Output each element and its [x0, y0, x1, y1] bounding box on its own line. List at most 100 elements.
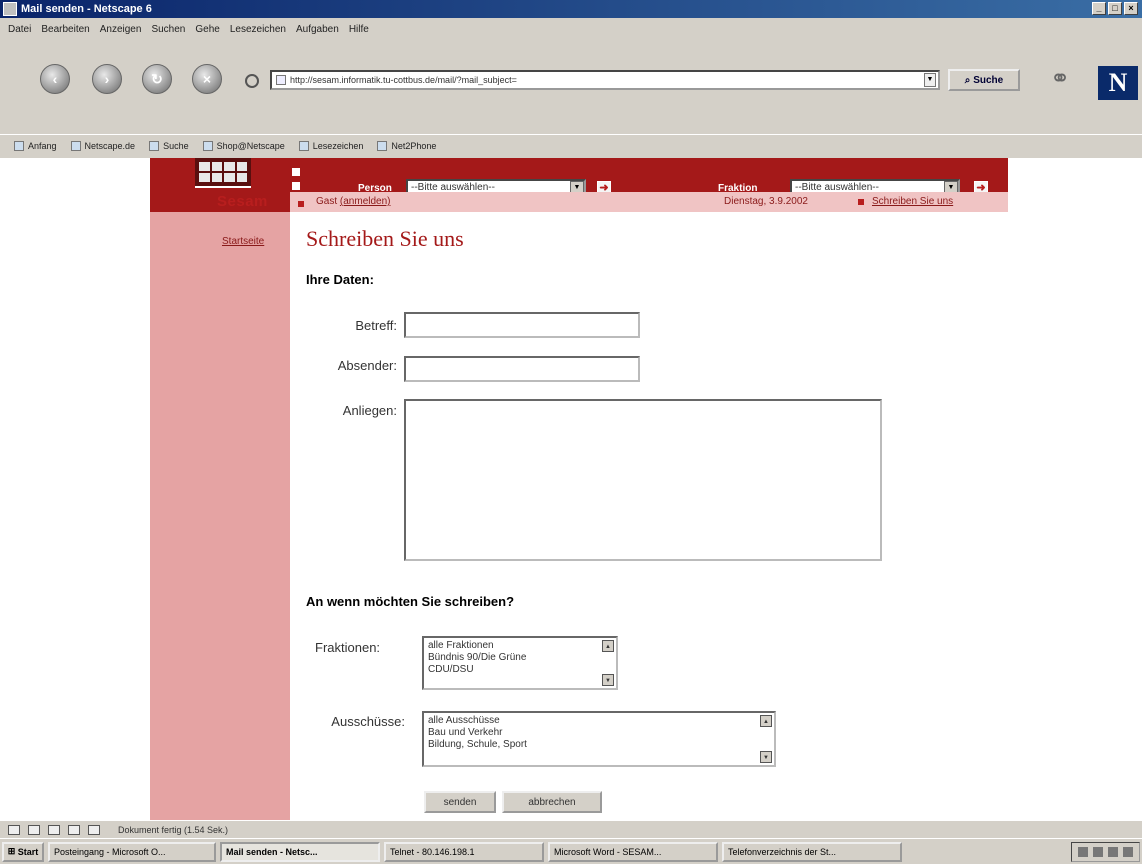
netscape-logo-icon[interactable]: N [1098, 66, 1138, 100]
minimize-button[interactable]: _ [1092, 2, 1106, 15]
ausschuesse-label: Ausschüsse: [331, 714, 405, 729]
menu-bearbeiten[interactable]: Bearbeiten [41, 24, 89, 35]
composer-icon[interactable] [68, 824, 80, 835]
absender-label: Absender: [337, 358, 397, 373]
bookmark-label: Shop@Netscape [216, 140, 285, 151]
menu-anzeigen[interactable]: Anzeigen [100, 24, 142, 35]
menu-lesezeichen[interactable]: Lesezeichen [230, 24, 286, 35]
tray-icon[interactable] [1108, 846, 1118, 857]
tray-icon[interactable] [1093, 846, 1103, 857]
menu-aufgaben[interactable]: Aufgaben [296, 24, 339, 35]
menu-hilfe[interactable]: Hilfe [349, 24, 369, 35]
menu-gehe[interactable]: Gehe [195, 24, 219, 35]
tray-icon[interactable] [1123, 846, 1133, 857]
contact-link[interactable]: Schreiben Sie uns [872, 196, 953, 207]
tray-icon[interactable] [1078, 846, 1088, 857]
search-button-label: Suche [973, 74, 1004, 86]
bookmark-netscape[interactable]: Netscape.de [70, 140, 136, 151]
forward-button[interactable]: › [92, 64, 122, 94]
send-button[interactable]: senden [424, 791, 496, 813]
fraktionen-listbox[interactable]: alle Fraktionen Bündnis 90/Die Grüne CDU… [422, 636, 618, 690]
status-bar: Dokument fertig (1.54 Sek.) [0, 820, 1142, 838]
bookmark-lesezeichen[interactable]: Lesezeichen [298, 140, 364, 151]
task-word[interactable]: Microsoft Word - SESAM... [548, 841, 718, 862]
current-date: Dienstag, 3.9.2002 [724, 196, 808, 207]
list-item[interactable]: alle Ausschüsse [428, 715, 770, 727]
web-page: Person --Bitte auswählen-- ▼ ➜ Fraktion … [0, 158, 1142, 820]
task-mail-senden[interactable]: Mail senden - Netsc... [220, 841, 380, 862]
scroll-up-icon[interactable]: ▲ [602, 640, 614, 652]
cancel-button[interactable]: abbrechen [502, 791, 602, 813]
list-item[interactable]: CDU/DSU [428, 664, 612, 676]
bookmark-label: Netscape.de [84, 140, 136, 151]
start-label: Start [17, 846, 39, 857]
task-posteingang[interactable]: Posteingang - Microsoft O... [48, 841, 216, 862]
menu-suchen[interactable]: Suchen [151, 24, 185, 35]
windows-logo-icon: ⊞ [7, 846, 18, 856]
menu-bar: Datei Bearbeiten Anzeigen Suchen Gehe Le… [0, 18, 1142, 40]
bookmark-suche[interactable]: Suche [149, 140, 189, 151]
bookmark-anfang[interactable]: Anfang [14, 140, 57, 151]
stop-button[interactable]: × [192, 64, 222, 94]
header-square-icon [292, 182, 300, 190]
task-telnet[interactable]: Telnet - 80.146.198.1 [384, 841, 544, 862]
anliegen-textarea[interactable] [404, 399, 882, 561]
bookmark-label: Lesezeichen [312, 140, 364, 151]
home-icon[interactable] [245, 74, 259, 88]
close-button[interactable]: × [1124, 2, 1138, 15]
search-bookmark-icon [149, 140, 160, 151]
scroll-down-icon[interactable]: ▼ [760, 751, 772, 763]
betreff-input[interactable] [404, 312, 640, 338]
page-title: Schreiben Sie uns [306, 226, 464, 251]
url-bar[interactable]: http://sesam.informatik.tu-cottbus.de/ma… [270, 70, 940, 90]
start-button[interactable]: ⊞ Start [2, 841, 44, 862]
windows-taskbar: ⊞ Start Posteingang - Microsoft O... Mai… [0, 838, 1142, 864]
navigator-icon[interactable] [8, 824, 20, 835]
address-book-icon[interactable] [88, 824, 100, 835]
status-text: Dokument fertig (1.54 Sek.) [118, 824, 229, 835]
netscape-icon [3, 2, 17, 16]
url-text: http://sesam.informatik.tu-cottbus.de/ma… [290, 75, 517, 85]
window-title: Mail senden - Netscape 6 [21, 3, 152, 15]
section-recipient: An wenn möchten Sie schreiben? [306, 594, 515, 609]
list-item[interactable]: Bildung, Schule, Sport [428, 739, 770, 751]
phone-bookmark-icon [377, 140, 388, 151]
city-crest-logo [195, 158, 251, 188]
list-item[interactable]: Bau und Verkehr [428, 727, 770, 739]
header-square-icon [292, 168, 300, 176]
betreff-label: Betreff: [355, 318, 397, 333]
bookmark-label: Anfang [28, 140, 57, 151]
scroll-down-icon[interactable]: ▼ [602, 674, 614, 686]
browser-chrome: Datei Bearbeiten Anzeigen Suchen Gehe Le… [0, 18, 1142, 158]
login-link[interactable]: (anmelden) [340, 196, 391, 207]
bookmark-shop[interactable]: Shop@Netscape [202, 140, 285, 151]
sidebar-item-startseite[interactable]: Startseite [222, 236, 264, 247]
home-bookmark-icon [14, 140, 24, 151]
bookmark-net2phone[interactable]: Net2Phone [377, 140, 436, 151]
list-item[interactable]: Bündnis 90/Die Grüne [428, 652, 612, 664]
brand-logo: Sesam [217, 193, 268, 210]
task-telefonverzeichnis[interactable]: Telefonverzeichnis der St... [722, 841, 902, 862]
list-item[interactable]: alle Fraktionen [428, 640, 612, 652]
chat-icon[interactable] [48, 824, 60, 835]
search-button[interactable]: ⌕ Suche [948, 69, 1020, 91]
url-dropdown-button[interactable]: ▼ [924, 73, 936, 87]
scrollbar[interactable]: ▲ ▼ [760, 715, 772, 763]
reload-button[interactable]: ↻ [142, 64, 172, 94]
shop-bookmark-icon [202, 140, 213, 151]
personal-toolbar: Anfang Netscape.de Suche Shop@Netscape L… [0, 134, 1142, 156]
menu-datei[interactable]: Datei [8, 24, 31, 35]
throbber-icon: ⚭ [1050, 65, 1071, 92]
sidebar [150, 212, 290, 820]
maximize-button[interactable]: □ [1108, 2, 1122, 15]
mail-icon[interactable] [28, 824, 40, 835]
guest-status: Gast (anmelden) [316, 196, 391, 207]
back-button[interactable]: ‹ [40, 64, 70, 94]
bookmark-label: Suche [163, 140, 189, 151]
scroll-up-icon[interactable]: ▲ [760, 715, 772, 727]
ausschuesse-listbox[interactable]: alle Ausschüsse Bau und Verkehr Bildung,… [422, 711, 776, 767]
absender-input[interactable] [404, 356, 640, 382]
section-your-data: Ihre Daten: [306, 272, 374, 287]
bullet-square-icon [298, 201, 304, 207]
scrollbar[interactable]: ▲ ▼ [602, 640, 614, 686]
